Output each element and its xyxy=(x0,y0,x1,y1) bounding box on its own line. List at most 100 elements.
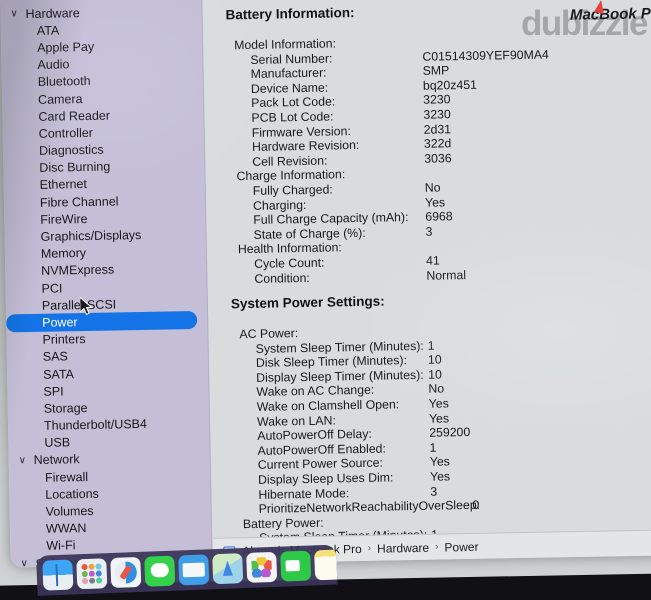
detail-row-label: Firmware Version: xyxy=(251,123,351,140)
sidebar-item-label: FireWire xyxy=(40,211,88,227)
detail-row-value: 3 xyxy=(425,224,433,239)
detail-row-value: C01514309YEF90MA4 xyxy=(422,47,549,64)
sidebar: ∨ Hardware ATA Apple Pay Audio Bluetooth Camer… xyxy=(0,0,213,568)
dock-icon-launchpad[interactable] xyxy=(76,558,108,590)
detail-group-label: Health Information: xyxy=(237,240,342,257)
sidebar-item-label: Hardware xyxy=(25,5,80,21)
sidebar-item-label: Controller xyxy=(38,125,94,141)
dock-icon-facetime[interactable] xyxy=(280,550,312,582)
detail-row-value: Normal xyxy=(426,267,467,283)
sidebar-item-label: Apple Pay xyxy=(37,39,95,55)
detail-row-value: Yes xyxy=(428,411,450,426)
sidebar-item-label: WWAN xyxy=(45,521,87,536)
dock-icon-finder[interactable] xyxy=(42,559,74,591)
detail-row-value: bq20z451 xyxy=(422,77,478,93)
detail-row-label: Wake on LAN: xyxy=(256,413,336,429)
detail-group-label: Charge Information: xyxy=(236,167,346,184)
detail-row-value: 41 xyxy=(425,253,440,268)
sidebar-item-label: Wi-Fi xyxy=(46,538,76,554)
detail-row-label: Pack Lot Code: xyxy=(251,94,336,111)
detail-row-value: Yes xyxy=(429,454,450,470)
detail-row-value: 1 xyxy=(429,440,437,455)
photo-of-laptop-screen: ∨ Hardware ATA Apple Pay Audio Bluetooth Camer… xyxy=(0,0,651,600)
detail-row-label: State of Charge (%): xyxy=(253,225,366,242)
sidebar-item-label: Volumes xyxy=(45,503,94,519)
sidebar-item-label: Bluetooth xyxy=(37,74,91,90)
sidebar-item-label: Network xyxy=(33,452,80,468)
dock-icon-messages[interactable] xyxy=(144,555,176,587)
detail-row-value: Yes xyxy=(429,469,451,484)
detail-row-value: 3036 xyxy=(424,151,452,166)
detail-row-value: 1 xyxy=(427,338,435,353)
detail-row-label: Hibernate Mode: xyxy=(258,485,350,502)
detail-row-label: Hardware Revision: xyxy=(251,138,360,155)
sidebar-item-label: Diagnostics xyxy=(38,142,104,158)
detail-row-value: 3230 xyxy=(423,92,451,108)
dock-icon-notes[interactable] xyxy=(314,549,338,581)
chevron-down-icon[interactable]: ∨ xyxy=(19,455,31,466)
sidebar-item-label: SATA xyxy=(42,366,75,382)
dock-icon-photos[interactable] xyxy=(246,551,278,583)
sidebar-item-label: Ethernet xyxy=(39,177,88,193)
dock-icon-safari[interactable] xyxy=(110,556,142,589)
detail-row-value: 10 xyxy=(428,367,443,382)
chevron-down-icon[interactable]: ∨ xyxy=(20,558,32,567)
detail-row-value: No xyxy=(424,180,441,195)
detail-row-value: 0 xyxy=(472,498,480,513)
sidebar-item-label: Audio xyxy=(37,57,70,73)
detail-row-label: Serial Number: xyxy=(250,51,333,67)
detail-row-label: AutoPowerOff Enabled: xyxy=(257,441,386,458)
laptop-screen: ∨ Hardware ATA Apple Pay Audio Bluetooth Camer… xyxy=(0,0,651,596)
sidebar-item-label: SAS xyxy=(42,349,68,365)
detail-row-value: 10 xyxy=(427,352,442,368)
detail-row-value: 322d xyxy=(423,136,452,151)
sidebar-item-label: Camera xyxy=(37,91,83,107)
detail-row-value: 2d31 xyxy=(423,121,452,137)
dock-icon-maps[interactable] xyxy=(212,553,244,585)
detail-row-label: Charging: xyxy=(252,197,307,213)
battery-information-header: Battery Information: xyxy=(225,5,355,23)
detail-row-value: No xyxy=(428,381,445,397)
detail-row-label: Fully Charged: xyxy=(252,182,333,198)
sidebar-item-label: NVMExpress xyxy=(41,262,115,279)
chevron-down-icon[interactable]: ∨ xyxy=(10,8,22,19)
system-information-window: ∨ Hardware ATA Apple Pay Audio Bluetooth Camer… xyxy=(0,0,651,568)
detail-row-label: Manufacturer: xyxy=(250,65,327,82)
detail-row-label: Current Power Source: xyxy=(257,456,384,473)
detail-pane: Battery Information: Model Information: S… xyxy=(202,0,651,538)
sidebar-item-label: Graphics/Displays xyxy=(40,228,142,244)
detail-row-label: PCB Lot Code: xyxy=(251,109,334,125)
detail-row-value: 6968 xyxy=(425,209,453,224)
sidebar-nav-list: ∨ Hardware ATA Apple Pay Audio Bluetooth Camer… xyxy=(0,2,212,567)
sidebar-item-label: Power xyxy=(42,315,78,330)
detail-row-label: AutoPowerOff Delay: xyxy=(257,427,373,444)
breadcrumb-item[interactable]: Hardware xyxy=(377,540,429,555)
sidebar-item-label: Parallel SCSI xyxy=(41,297,117,313)
detail-group-label: AC Power: xyxy=(239,326,299,342)
detail-row-label: Cycle Count: xyxy=(254,255,325,271)
breadcrumb-separator-icon: › xyxy=(435,541,439,553)
detail-row-value: 259200 xyxy=(429,425,471,440)
sidebar-item-label: Thunderbolt/USB4 xyxy=(43,417,148,433)
sidebar-item-label: Memory xyxy=(40,246,87,262)
sidebar-item-label: SPI xyxy=(43,384,64,399)
detail-row-value: 3 xyxy=(430,484,438,499)
detail-group-label: Model Information: xyxy=(234,36,337,53)
sidebar-item-label: Locations xyxy=(45,486,99,502)
sidebar-item-label: ATA xyxy=(36,23,60,38)
detail-group-label: Battery Power: xyxy=(242,515,324,531)
sidebar-item-label: Card Reader xyxy=(38,108,111,124)
detail-row-label: Device Name: xyxy=(250,80,329,96)
sidebar-item-label: Disc Burning xyxy=(39,159,111,176)
sidebar-item-label: Firewall xyxy=(44,469,89,485)
detail-row-value: SMP xyxy=(422,63,450,78)
dock-icon-mail[interactable] xyxy=(178,554,210,586)
breadcrumb-item[interactable]: Power xyxy=(444,539,478,554)
breadcrumb-separator-icon: › xyxy=(367,542,372,554)
sidebar-item-label: PCI xyxy=(41,281,63,296)
sidebar-item-label: USB xyxy=(44,435,71,451)
battery-information-blocks: Model Information: Serial Number: C0151430… xyxy=(226,30,651,287)
sidebar-item-label: Fibre Channel xyxy=(39,194,119,210)
system-power-settings-blocks: AC Power: System Sleep Timer (Minutes): 1 D… xyxy=(231,319,651,537)
detail-row-value: Yes xyxy=(424,194,446,210)
